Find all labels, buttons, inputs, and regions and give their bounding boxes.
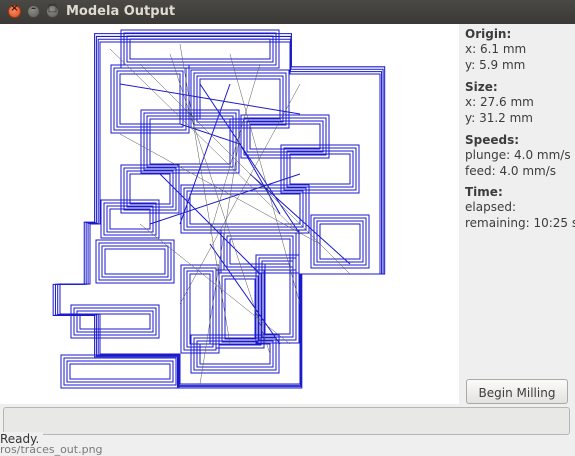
toolpath-canvas[interactable] bbox=[0, 24, 459, 404]
speeds-heading: Speeds: bbox=[465, 133, 520, 147]
toolpath-contour-m-3 bbox=[60, 354, 180, 389]
toolpath-contour-r-2 bbox=[123, 32, 277, 66]
origin-y: y: 5.9 mm bbox=[465, 58, 526, 72]
toolpath-contour-c-1 bbox=[126, 170, 174, 208]
toolpath-contour-o-3 bbox=[215, 269, 265, 349]
info-panel: Origin: x: 6.1 mm y: 5.9 mm Size: x: 27.… bbox=[459, 24, 575, 404]
toolpath-contour-l-0 bbox=[79, 313, 151, 330]
plunge-speed: plunge: 4.0 mm/s bbox=[465, 148, 571, 162]
title-bar: × – □ Modela Output bbox=[0, 0, 575, 24]
size-heading: Size: bbox=[465, 80, 498, 94]
toolpath-contour-g-2 bbox=[103, 202, 157, 236]
toolpath-contour-k-0 bbox=[104, 248, 166, 275]
toolpath-preview bbox=[52, 29, 386, 389]
feed-speed: feed: 4.0 mm/s bbox=[465, 164, 557, 178]
toolpath-contour-f-1 bbox=[286, 150, 354, 188]
maximize-button[interactable]: □ bbox=[46, 3, 59, 18]
minimize-button[interactable]: – bbox=[27, 3, 40, 18]
size-x: x: 27.6 mm bbox=[465, 95, 534, 109]
toolpath-contour-p-0 bbox=[264, 263, 291, 335]
elapsed-time: elapsed: bbox=[465, 200, 516, 214]
toolpath-contour-o-0 bbox=[224, 278, 256, 340]
close-icon: × bbox=[10, 3, 19, 14]
origin-x: x: 6.1 mm bbox=[465, 42, 527, 56]
size-y: y: 31.2 mm bbox=[465, 111, 533, 125]
command-entry[interactable] bbox=[3, 407, 570, 435]
modela-output-window: × – □ Modela Output Origin: x: 6.1 mm y:… bbox=[0, 0, 575, 456]
bottom-area: ros/traces_out.png bbox=[0, 404, 575, 456]
toolpath-contour-m-2 bbox=[63, 357, 177, 386]
toolpath-contour-j-1 bbox=[316, 220, 364, 263]
rapid-move-1 bbox=[169, 53, 271, 355]
maximize-icon: □ bbox=[47, 3, 58, 14]
toolpath-contour-m-0 bbox=[69, 363, 171, 380]
toolpath-contour-n-0 bbox=[189, 273, 211, 345]
toolpath-contour-j-0 bbox=[319, 223, 361, 260]
minimize-icon: – bbox=[31, 3, 36, 14]
rapid-move-9 bbox=[199, 133, 241, 385]
toolpath-contour-e-1 bbox=[246, 120, 324, 153]
toolpath-contour-r-1 bbox=[126, 35, 274, 63]
begin-milling-button[interactable]: Begin Milling bbox=[466, 379, 568, 404]
toolpath-contour-j-2 bbox=[313, 217, 367, 266]
board-contour-0-1 bbox=[57, 38, 383, 386]
toolpath-contour-g-0 bbox=[109, 208, 151, 230]
toolpath-contour-k-1 bbox=[101, 245, 169, 278]
close-button[interactable]: × bbox=[8, 3, 21, 18]
toolpath-contour-h-1 bbox=[186, 190, 304, 228]
status-bar-text: Ready. bbox=[0, 432, 44, 446]
toolpath-contour-o-1 bbox=[221, 275, 259, 343]
toolpath-contour-l-3 bbox=[70, 304, 160, 339]
origin-heading: Origin: bbox=[465, 27, 512, 41]
remaining-time: remaining: 10:25 s bbox=[465, 216, 575, 230]
board-contour-0-0 bbox=[59, 41, 381, 385]
time-heading: Time: bbox=[465, 185, 503, 199]
rapid-move-8 bbox=[139, 223, 291, 345]
window-title: Modela Output bbox=[66, 4, 176, 19]
toolpath-contour-l-2 bbox=[73, 307, 157, 336]
